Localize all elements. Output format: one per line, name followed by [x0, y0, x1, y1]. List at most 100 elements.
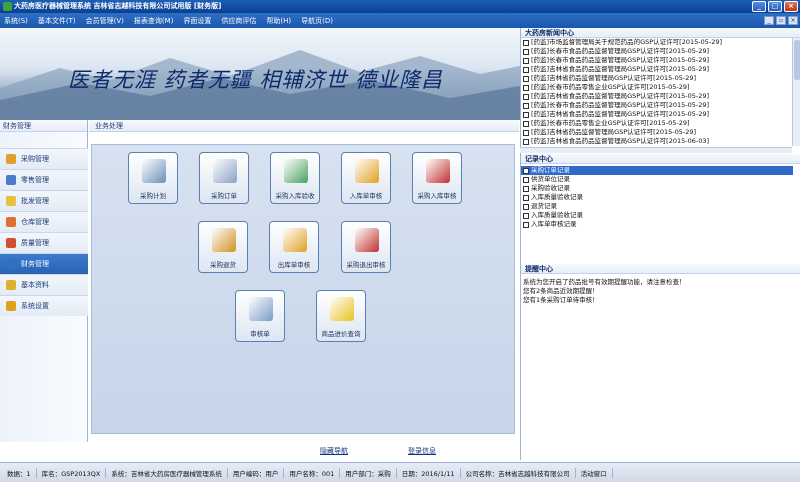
- record-item-text: 供货单位记录: [531, 175, 570, 183]
- news-item[interactable]: [药监]长春市食品药品监督管理局GSP认证许可[2015-05-29]: [521, 47, 793, 56]
- login-info-link[interactable]: 登录信息: [408, 446, 436, 456]
- news-list: [药监]市场监督管理局关于规范药品的GSP认证许可[2015-05-29] [药监…: [521, 38, 793, 146]
- record-item[interactable]: 退货记录: [521, 202, 793, 211]
- record-list: 采购订单记录 供货单位记录 采购验收记录 入库质量验收记录 退货记录 入库质量验收记录 入库…: [521, 166, 793, 266]
- nav-item-0[interactable]: 采购管理: [0, 148, 88, 169]
- tile-5[interactable]: 采购退货: [198, 221, 248, 273]
- record-item[interactable]: 入库单审核记录: [521, 220, 793, 229]
- tile-label: 采购退出审核: [346, 261, 386, 269]
- record-item[interactable]: 采购订单记录: [521, 166, 793, 175]
- hide-navigation-link[interactable]: 隐藏导航: [320, 446, 348, 456]
- doc-icon: [523, 93, 529, 100]
- tile-4[interactable]: 采购入库审核: [412, 152, 462, 204]
- nav-item-5[interactable]: 财务管理: [0, 253, 88, 274]
- title-bar: 大药房医疗器械管理系统 吉林省志越科技有限公司试用版 [财务版] _ □ ×: [0, 0, 800, 13]
- menu-system[interactable]: 系统(S): [4, 16, 28, 26]
- nav-item-label: 系统设置: [21, 302, 49, 310]
- status-field: 用户部门：采购: [340, 467, 397, 478]
- menu-ui-settings[interactable]: 界面设置: [183, 16, 211, 26]
- minimize-button[interactable]: _: [752, 1, 766, 12]
- nav-item-1[interactable]: 零售管理: [0, 169, 88, 190]
- status-field: 系统：吉林省大药房医疗器械管理系统: [106, 467, 228, 478]
- news-horizontal-scrollbar[interactable]: [520, 147, 792, 153]
- book-icon: [6, 280, 16, 290]
- reminder-item: 系统为您开启了药品批号有效期提醒功能，请注意检查！: [523, 278, 686, 286]
- news-item-text: [药监]长春市食品药品监督管理局GSP认证许可[2015-05-29]: [531, 56, 710, 64]
- menu-basic-files[interactable]: 基本文件(T): [38, 16, 76, 26]
- tile-8[interactable]: 审核单: [235, 290, 285, 342]
- record-item-text: 退货记录: [531, 202, 557, 210]
- close-button[interactable]: ×: [784, 1, 798, 12]
- news-item[interactable]: [药监]吉林省药品监督管理局GSP认证许可[2015-05-29]: [521, 74, 793, 83]
- coins-icon: [355, 159, 379, 183]
- news-item-text: [药监]吉林省药品监督管理局GSP认证许可[2015-05-29]: [531, 74, 697, 82]
- news-item[interactable]: [药监]长春市食品药品监督管理局GSP认证许可[2015-05-29]: [521, 56, 793, 65]
- record-item[interactable]: 入库质量验收记录: [521, 211, 793, 220]
- nav-item-3[interactable]: 仓库管理: [0, 211, 88, 232]
- nav-item-6[interactable]: 基本资料: [0, 274, 88, 295]
- mdi-close-button[interactable]: ×: [788, 16, 798, 25]
- folder-icon: [6, 196, 16, 206]
- menu-reports[interactable]: 报表查询(M): [134, 16, 174, 26]
- record-item-text: 入库质量验收记录: [531, 211, 583, 219]
- news-scrollbar[interactable]: [792, 38, 800, 146]
- money-icon: [6, 259, 16, 269]
- doc-icon: [523, 138, 529, 145]
- doc-icon: [523, 111, 529, 118]
- news-item-text: [药监]吉林省食品药品监督管理局GSP认证许可[2015-05-29]: [531, 110, 710, 118]
- tile-0[interactable]: 采购计划: [128, 152, 178, 204]
- record-item-text: 入库质量验收记录: [531, 193, 583, 201]
- pen-icon: [6, 238, 16, 248]
- reminder-item: 您有2条商品近效期提醒！: [523, 287, 599, 295]
- record-item[interactable]: 入库质量验收记录: [521, 193, 793, 202]
- mdi-minimize-button[interactable]: _: [764, 16, 774, 25]
- tile-2[interactable]: 采购入库验收: [270, 152, 320, 204]
- news-item[interactable]: [药监]市场监督管理局关于规范药品的GSP认证许可[2015-05-29]: [521, 38, 793, 47]
- news-item[interactable]: [药监]吉林省食品药品监督管理局GSP认证许可[2015-05-29]: [521, 65, 793, 74]
- tile-9[interactable]: 商品进价查询: [316, 290, 366, 342]
- news-item[interactable]: [药监]吉林省食品药品监督管理局GSP认证许可[2015-05-29]: [521, 92, 793, 101]
- record-item[interactable]: 采购验收记录: [521, 184, 793, 193]
- status-field: 用户编码：用户: [228, 467, 285, 478]
- status-field[interactable]: 活动窗口: [576, 467, 613, 478]
- doc-icon: [523, 221, 529, 228]
- menu-supplier-eval[interactable]: 供应商评估: [221, 16, 256, 26]
- window-title: 大药房医疗器械管理系统 吉林省志越科技有限公司试用版 [财务版]: [14, 2, 222, 10]
- tile-1[interactable]: 采购订单: [199, 152, 249, 204]
- news-item[interactable]: [药监]吉林省药品监督管理局GSP认证许可[2015-05-29]: [521, 128, 793, 137]
- record-item[interactable]: 供货单位记录: [521, 175, 793, 184]
- nav-item-4[interactable]: 质量管理: [0, 232, 88, 253]
- register-icon: [6, 175, 16, 185]
- status-bar: 数据：1 库名：GSP2013QX 系统：吉林省大药房医疗器械管理系统 用户编码：用户…: [0, 462, 800, 482]
- news-item[interactable]: [药监]吉林省食品药品监督管理局GSP认证许可[2015-06-03]: [521, 137, 793, 146]
- doc-icon: [523, 84, 529, 91]
- tile-6[interactable]: 出库单审核: [269, 221, 319, 273]
- maximize-button[interactable]: □: [768, 1, 782, 12]
- reminder-center-header: 提醒中心: [521, 264, 800, 274]
- menu-members[interactable]: 会员管理(V): [86, 16, 124, 26]
- menu-help[interactable]: 帮助(H): [266, 16, 291, 26]
- reminder-list: 系统为您开启了药品批号有效期提醒功能，请注意检查！ 您有2条商品近效期提醒！ 您有1…: [521, 278, 793, 458]
- status-field: 公司名称：吉林省志越科技有限公司: [461, 467, 576, 478]
- tile-label: 入库单审核: [349, 192, 383, 200]
- tile-3[interactable]: 入库单审核: [341, 152, 391, 204]
- nav-item-2[interactable]: 批发管理: [0, 190, 88, 211]
- nav-item-label: 采购管理: [21, 155, 49, 163]
- doc-icon: [523, 66, 529, 73]
- news-item[interactable]: [药监]长春市食品药品监督管理局GSP认证许可[2015-05-29]: [521, 101, 793, 110]
- business-workarea: 采购计划 采购订单 采购入库验收 入库单审核 采购入库审核采购退货 出库单审核 采购退出审核…: [91, 144, 515, 434]
- tile-label: 采购计划: [140, 192, 166, 200]
- tile-label: 商品进价查询: [321, 330, 361, 338]
- stamp-icon: [426, 159, 450, 183]
- tile-7[interactable]: 采购退出审核: [341, 221, 391, 273]
- news-item[interactable]: [药监]长春市药品零售企业GSP认证许可[2015-05-29]: [521, 119, 793, 128]
- news-item[interactable]: [药监]长春市药品零售企业GSP认证许可[2015-05-29]: [521, 83, 793, 92]
- menu-navigation[interactable]: 导航页(D): [301, 16, 333, 26]
- doc-icon: [523, 57, 529, 64]
- nav-item-7[interactable]: 系统设置: [0, 295, 88, 316]
- mdi-restore-button[interactable]: ▫: [776, 16, 786, 25]
- news-item-text: [药监]长春市药品零售企业GSP认证许可[2015-05-29]: [531, 119, 690, 127]
- news-item[interactable]: [药监]吉林省食品药品监督管理局GSP认证许可[2015-05-29]: [521, 110, 793, 119]
- news-item-text: [药监]长春市食品药品监督管理局GSP认证许可[2015-05-29]: [531, 101, 710, 109]
- left-panel-header: 财务管理: [0, 120, 87, 132]
